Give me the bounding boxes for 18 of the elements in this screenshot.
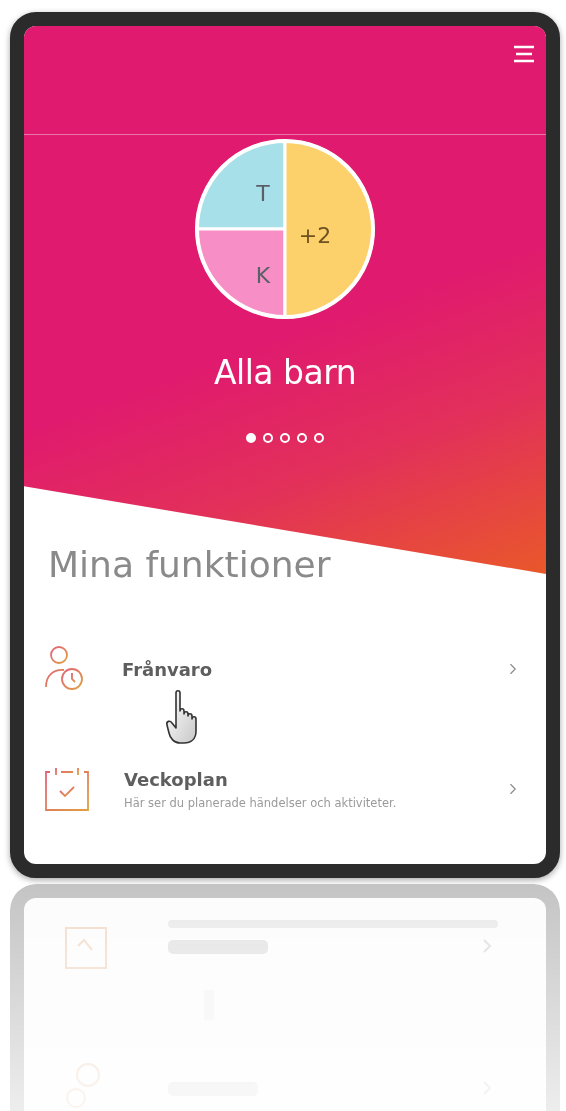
pager-dot[interactable] [246, 433, 256, 443]
avatar-initial: K [255, 263, 271, 288]
function-title: Veckoplan [124, 768, 228, 790]
pager-dot[interactable] [314, 433, 324, 443]
function-item[interactable]: Frånvaro [24, 631, 546, 707]
function-description: Här ser du planerade händelser och aktiviteter. [124, 795, 397, 810]
avatar-initial: T [256, 181, 270, 206]
group-avatar[interactable]: T K +2 [193, 137, 377, 321]
pager-dot[interactable] [280, 433, 290, 443]
avatar-initial: +2 [298, 223, 332, 248]
function-title: Frånvaro [122, 658, 213, 680]
function-item[interactable]: Veckoplan Här ser du planerade händelser och aktiviteter. [24, 751, 546, 827]
calendar-check-icon [44, 766, 90, 812]
section-title: Mina funktioner [47, 543, 331, 587]
pager-dot[interactable] [297, 433, 307, 443]
pager-dot[interactable] [263, 433, 273, 443]
profile-name: Alla barn [213, 353, 357, 393]
menu-button[interactable] [512, 44, 536, 64]
